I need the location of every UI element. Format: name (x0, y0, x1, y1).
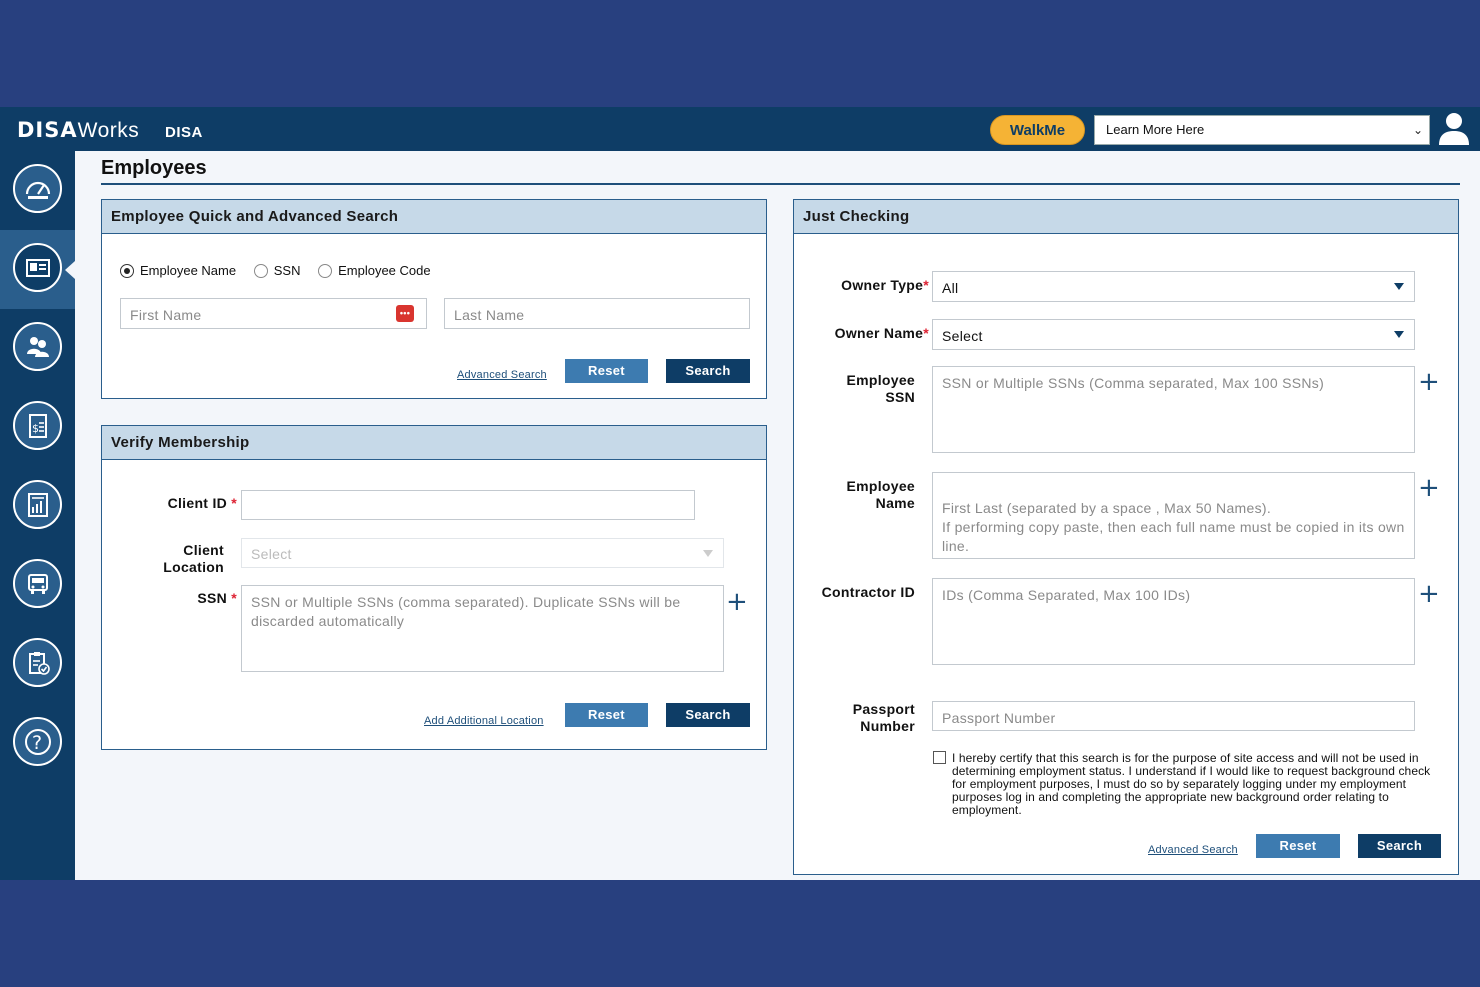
people-group-icon (26, 336, 49, 357)
add-contractor-id-plus-icon[interactable]: + (1418, 581, 1440, 607)
employee-ssn-textarea[interactable]: SSN or Multiple SSNs (Comma separated, M… (932, 366, 1415, 453)
disaworks-logo[interactable]: DISAWorks (17, 118, 139, 143)
sidebar-item-help[interactable]: ? (0, 704, 75, 783)
contractor-id-placeholder: IDs (Comma Separated, Max 100 IDs) (942, 587, 1191, 603)
add-employee-ssn-plus-icon[interactable]: + (1418, 369, 1440, 395)
password-manager-icon[interactable]: ••• (396, 305, 414, 322)
employee-ssn-placeholder: SSN or Multiple SSNs (Comma separated, M… (942, 375, 1325, 391)
last-name-placeholder: Last Name (454, 307, 525, 323)
ssn-placeholder: SSN or Multiple SSNs (comma separated). … (251, 594, 681, 629)
learn-more-select[interactable]: Learn More Here ⌄ (1094, 115, 1430, 145)
user-profile-icon[interactable] (1438, 112, 1470, 146)
certify-checkbox[interactable] (933, 751, 946, 764)
jc-search-button[interactable]: Search (1358, 834, 1441, 858)
page-title: Employees (101, 157, 207, 179)
advanced-search-link[interactable]: Advanced Search (457, 369, 547, 381)
radio-ssn[interactable]: SSN (253, 263, 315, 278)
add-employee-name-plus-icon[interactable]: + (1418, 475, 1440, 501)
radio-employee-name[interactable]: Employee Name (120, 263, 250, 278)
sidebar: $ ? (0, 151, 75, 880)
radio-employee-code[interactable]: Employee Code (318, 263, 445, 278)
owner-type-label: Owner Type* (841, 277, 929, 293)
sidebar-item-reports[interactable] (0, 467, 75, 546)
sidebar-item-employees[interactable] (0, 230, 75, 309)
certify-text: I hereby certify that this search is for… (952, 751, 1431, 817)
title-divider (101, 183, 1460, 185)
just-checking-title: Just Checking (794, 200, 1458, 234)
search-type-radio-group: Employee Name SSN Employee Code (120, 263, 445, 278)
organization-name: DISA (165, 124, 203, 141)
reports-chart-icon (27, 492, 48, 517)
employee-name-label: Employee Name (846, 478, 915, 511)
employee-id-card-icon (25, 258, 50, 277)
app-window: DISAWorks DISA WalkMe Learn More Here ⌄ … (0, 107, 1480, 880)
svg-text:$: $ (32, 422, 39, 435)
sidebar-item-dashboard[interactable] (0, 151, 75, 230)
chevron-down-icon: ⌄ (1412, 123, 1423, 137)
caret-down-icon (1394, 283, 1404, 290)
client-location-label: Client Location (163, 542, 224, 575)
first-name-input[interactable]: First Name ••• (120, 298, 427, 329)
vehicle-icon (27, 573, 48, 594)
jc-reset-button[interactable]: Reset (1256, 834, 1340, 858)
first-name-placeholder: First Name (130, 307, 202, 323)
sidebar-item-billing[interactable]: $ (0, 388, 75, 467)
svg-text:?: ? (32, 732, 42, 754)
dashboard-icon (25, 181, 50, 199)
client-location-value: Select (251, 546, 292, 562)
logo-bold-text: DISA (17, 118, 78, 142)
jc-advanced-search-link[interactable]: Advanced Search (1148, 844, 1238, 856)
client-location-select[interactable]: Select (241, 538, 724, 568)
ssn-textarea[interactable]: SSN or Multiple SSNs (comma separated). … (241, 585, 724, 672)
owner-name-select[interactable]: Select (932, 319, 1415, 350)
employee-name-textarea[interactable]: First Last (separated by a space , Max 5… (932, 472, 1415, 559)
clipboard-check-icon (28, 651, 50, 675)
quick-search-panel: Employee Quick and Advanced Search Emplo… (101, 199, 767, 399)
sidebar-item-vehicles[interactable] (0, 546, 75, 625)
contractor-id-label: Contractor ID (821, 584, 915, 600)
quick-search-button[interactable]: Search (666, 359, 750, 383)
owner-name-value: Select (942, 328, 983, 344)
add-additional-location-link[interactable]: Add Additional Location (424, 715, 544, 727)
top-bar: DISAWorks DISA WalkMe Learn More Here ⌄ (0, 107, 1480, 151)
verify-membership-title: Verify Membership (102, 426, 766, 460)
owner-type-value: All (942, 280, 959, 296)
passport-number-input[interactable]: Passport Number (932, 701, 1415, 731)
learn-more-value: Learn More Here (1106, 122, 1205, 137)
active-pointer (65, 261, 75, 279)
invoice-icon: $ (28, 413, 47, 438)
last-name-input[interactable]: Last Name (444, 298, 750, 329)
verify-search-button[interactable]: Search (666, 703, 750, 727)
client-id-label: Client ID * (167, 495, 237, 511)
caret-down-icon (1394, 331, 1404, 338)
sidebar-item-groups[interactable] (0, 309, 75, 388)
contractor-id-textarea[interactable]: IDs (Comma Separated, Max 100 IDs) (932, 578, 1415, 665)
owner-type-select[interactable]: All (932, 271, 1415, 302)
client-id-input[interactable] (241, 490, 695, 520)
walkme-button[interactable]: WalkMe (990, 115, 1085, 145)
employee-name-placeholder: First Last (separated by a space , Max 5… (942, 500, 1405, 554)
quick-search-title: Employee Quick and Advanced Search (102, 200, 766, 234)
caret-down-icon (703, 550, 713, 557)
add-ssn-plus-icon[interactable]: + (726, 589, 748, 615)
passport-number-label: Passport Number (852, 701, 915, 734)
logo-light-text: Works (77, 119, 140, 142)
quick-reset-button[interactable]: Reset (565, 359, 648, 383)
employee-ssn-label: Employee SSN (846, 372, 915, 405)
passport-number-placeholder: Passport Number (942, 710, 1056, 726)
ssn-label: SSN * (197, 590, 237, 606)
verify-membership-panel: Verify Membership Client ID * Client Loc… (101, 425, 767, 750)
sidebar-item-compliance[interactable] (0, 625, 75, 704)
just-checking-panel: Just Checking Owner Type* All Owner Name… (793, 199, 1459, 875)
help-icon: ? (24, 728, 51, 755)
owner-name-label: Owner Name* (834, 325, 929, 341)
verify-reset-button[interactable]: Reset (565, 703, 648, 727)
